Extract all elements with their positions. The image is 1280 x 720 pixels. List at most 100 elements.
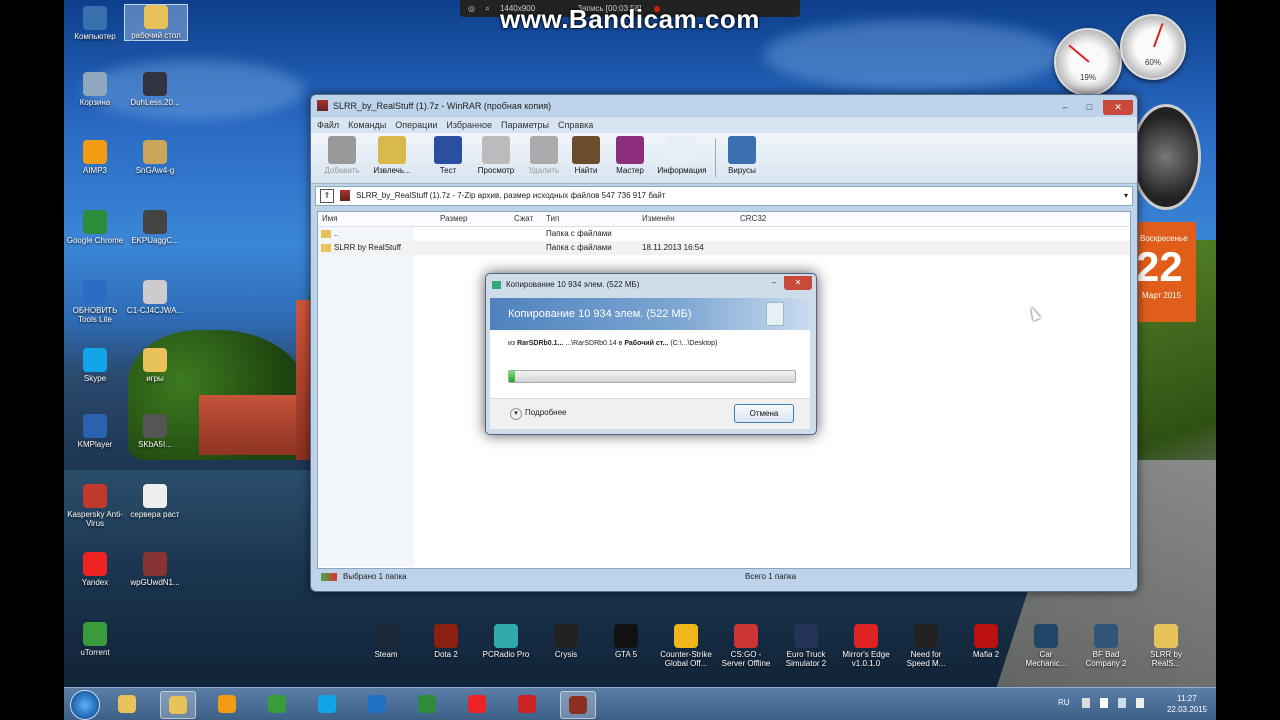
desktop-icon[interactable]: Mafia 2	[958, 624, 1014, 659]
network-icon[interactable]	[1118, 698, 1126, 708]
archive-path-bar[interactable]: ⇑ SLRR_by_RealStuff (1).7z - 7-Zip архив…	[315, 186, 1133, 206]
volume-icon[interactable]	[1136, 698, 1144, 708]
desktop-icon-label: ОБНОВИТЬ Tools Lite	[72, 306, 118, 324]
close-button[interactable]: ✕	[784, 276, 812, 290]
menu-item[interactable]: Команды	[348, 120, 386, 130]
more-details-toggle[interactable]: ▾ Подробнее	[510, 408, 567, 420]
table-row[interactable]: .. Папка с файлами	[318, 227, 1130, 241]
column-type[interactable]: Тип	[546, 214, 559, 223]
desktop-icon[interactable]: CS:GO - Server Offline	[718, 624, 774, 668]
menu-item[interactable]: Операции	[395, 120, 437, 130]
desktop-icon[interactable]: сервера раст	[124, 484, 186, 519]
toolbar-button[interactable]: Информация	[657, 136, 707, 175]
desktop-icon[interactable]: uTorrent	[64, 622, 126, 657]
toolbar-button[interactable]: Вирусы	[717, 136, 767, 175]
cpu-gauge-gadget[interactable]: 19%	[1054, 28, 1122, 96]
desktop-icon[interactable]: Google Chrome	[64, 210, 126, 245]
desktop-icon[interactable]: рабочий стол	[124, 4, 188, 41]
taskbar-button[interactable]	[510, 691, 544, 717]
desktop-icon[interactable]: игры	[124, 348, 186, 383]
minimize-button[interactable]: –	[1054, 100, 1076, 115]
taskbar-button[interactable]	[460, 691, 494, 717]
column-name[interactable]: Имя	[322, 214, 338, 223]
start-button[interactable]	[70, 690, 100, 720]
menu-item[interactable]: Параметры	[501, 120, 549, 130]
toolbar-button[interactable]: Тест	[423, 136, 473, 175]
desktop-icon[interactable]: ОБНОВИТЬ Tools Lite	[64, 280, 126, 324]
ram-gauge-gadget[interactable]: 60%	[1120, 14, 1186, 80]
flag-icon[interactable]	[1100, 698, 1108, 708]
taskbar-button[interactable]	[110, 691, 144, 717]
chevron-down-icon[interactable]: ▾	[1124, 187, 1128, 205]
language-indicator[interactable]: RU	[1058, 698, 1070, 707]
desktop-icon[interactable]: wpGUwdN1...	[124, 552, 186, 587]
desktop-icon[interactable]: Steam	[358, 624, 414, 659]
desktop-icon[interactable]: Skype	[64, 348, 126, 383]
clock-gadget[interactable]	[1131, 104, 1201, 210]
close-button[interactable]: ✕	[1103, 100, 1133, 115]
toolbar-button[interactable]: Извлечь...	[367, 136, 417, 175]
taskbar-button[interactable]	[310, 691, 344, 717]
desktop-icon[interactable]: C1-CJ4CJWA...	[124, 280, 186, 315]
maximize-button[interactable]: □	[1078, 100, 1100, 115]
desktop-icon[interactable]: Kaspersky Anti-Virus	[64, 484, 126, 528]
taskbar-button[interactable]	[160, 691, 196, 719]
taskbar-button[interactable]	[360, 691, 394, 717]
desktop-icon[interactable]: Yandex	[64, 552, 126, 587]
menu-item[interactable]: Избранное	[446, 120, 492, 130]
taskbar-button[interactable]	[210, 691, 244, 717]
daemon-tools-icon	[83, 280, 107, 304]
column-crc32[interactable]: CRC32	[740, 214, 766, 223]
winrar-titlebar[interactable]: SLRR_by_RealStuff (1).7z - WinRAR (пробн…	[311, 95, 1137, 117]
copy-dialog[interactable]: Копирование 10 934 элем. (522 МБ) – ✕ Ко…	[485, 273, 817, 435]
menu-item[interactable]: Справка	[558, 120, 593, 130]
test-icon	[434, 136, 462, 164]
desktop-icon[interactable]: SnGAw4-g	[124, 140, 186, 175]
source-link[interactable]: RarSDRb0.1...	[517, 340, 563, 347]
desktop-icon[interactable]: Need for Speed M...	[898, 624, 954, 668]
toolbar-button[interactable]: Мастер	[605, 136, 655, 175]
calendar-gadget[interactable]: Воскресенье 22 Март 2015	[1134, 222, 1196, 322]
desktop-icon[interactable]: SKbA5I...	[124, 414, 186, 449]
desktop-icon[interactable]: Euro Truck Simulator 2	[778, 624, 834, 668]
column-size[interactable]: Размер	[440, 214, 468, 223]
desktop-icon[interactable]: KMPlayer	[64, 414, 126, 449]
table-row[interactable]: SLRR by RealStuff Папка с файлами 18.11.20…	[318, 241, 1130, 255]
toolbar-button[interactable]: Найти	[561, 136, 611, 175]
tray-expand-icon[interactable]	[1082, 698, 1090, 708]
desktop-icon[interactable]: Car Mechanic...	[1018, 624, 1074, 668]
desktop-icon[interactable]: AIMP3	[64, 140, 126, 175]
desktop-icon[interactable]: GTA 5	[598, 624, 654, 659]
car-mechanic-icon	[1034, 624, 1058, 648]
cancel-button[interactable]: Отмена	[734, 404, 794, 423]
column-modified[interactable]: Изменён	[642, 214, 675, 223]
menu-item[interactable]: Файл	[317, 120, 339, 130]
dest-link[interactable]: Рабочий ст...	[624, 340, 668, 347]
taskbar-button[interactable]	[260, 691, 294, 717]
desktop-icon[interactable]: Dota 2	[418, 624, 474, 659]
copy-progress-bar	[508, 370, 796, 383]
desktop-icon[interactable]: Crysis	[538, 624, 594, 659]
clock[interactable]: 11:27 22.03.2015	[1162, 693, 1212, 715]
minimize-button[interactable]: –	[766, 276, 782, 290]
toolbar-button[interactable]: Просмотр	[471, 136, 521, 175]
copy-dialog-body: Копирование 10 934 элем. (522 МБ) из Rar…	[490, 298, 810, 429]
desktop-icon[interactable]: BF Bad Company 2	[1078, 624, 1134, 668]
desktop-icon[interactable]: Mirror's Edge v1.0.1.0	[838, 624, 894, 668]
search-icon: ⌕	[485, 4, 490, 13]
find-icon	[572, 136, 600, 164]
desktop-icon[interactable]: PCRadio Pro	[478, 624, 534, 659]
archive-path-text: SLRR_by_RealStuff (1).7z - 7-Zip архив, …	[356, 191, 666, 200]
column-packed[interactable]: Сжат	[514, 214, 533, 223]
desktop-icon[interactable]: SLRR by RealS...	[1138, 624, 1194, 668]
desktop-icon[interactable]: Counter-Strike Global Off...	[658, 624, 714, 668]
up-folder-icon[interactable]: ⇑	[320, 189, 334, 203]
desktop-icon[interactable]: Компьютер	[64, 6, 126, 41]
copy-dialog-titlebar[interactable]: Копирование 10 934 элем. (522 МБ) – ✕	[486, 274, 816, 296]
toolbar-button[interactable]: Добавить	[317, 136, 367, 175]
taskbar-button[interactable]	[560, 691, 596, 719]
taskbar-button[interactable]	[410, 691, 444, 717]
desktop-icon[interactable]: EKPUaggC...	[124, 210, 186, 245]
desktop-icon[interactable]: DuhLess.20...	[124, 72, 186, 107]
desktop-icon[interactable]: Корзина	[64, 72, 126, 107]
